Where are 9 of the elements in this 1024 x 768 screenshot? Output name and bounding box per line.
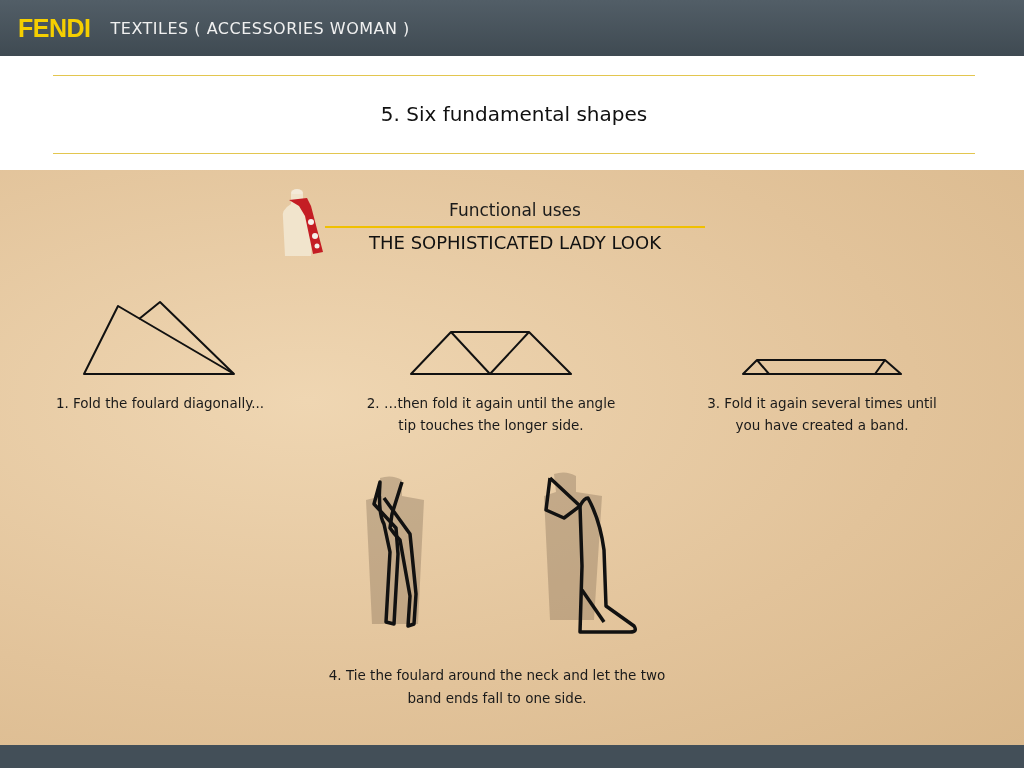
- section-subtitle: Functional uses: [449, 200, 581, 220]
- page-title: 5. Six fundamental shapes: [379, 101, 649, 128]
- step-caption: 2. …then fold it again until the angle tip touches the longer side.: [365, 394, 617, 435]
- section-title: TEXTILES ( ACCESSORIES WOMAN ): [110, 18, 410, 38]
- step-caption: 3. Fold it again several times until you have created a band.: [706, 394, 938, 435]
- step-caption: 4. Tie the foulard around the neck and let the two band ends fall to one side.: [327, 666, 667, 708]
- brand-logo: FENDI: [18, 13, 91, 43]
- step-caption: 1. Fold the foulard diagonally...: [55, 394, 265, 413]
- lesson-title: THE SOPHISTICATED LADY LOOK: [369, 232, 661, 253]
